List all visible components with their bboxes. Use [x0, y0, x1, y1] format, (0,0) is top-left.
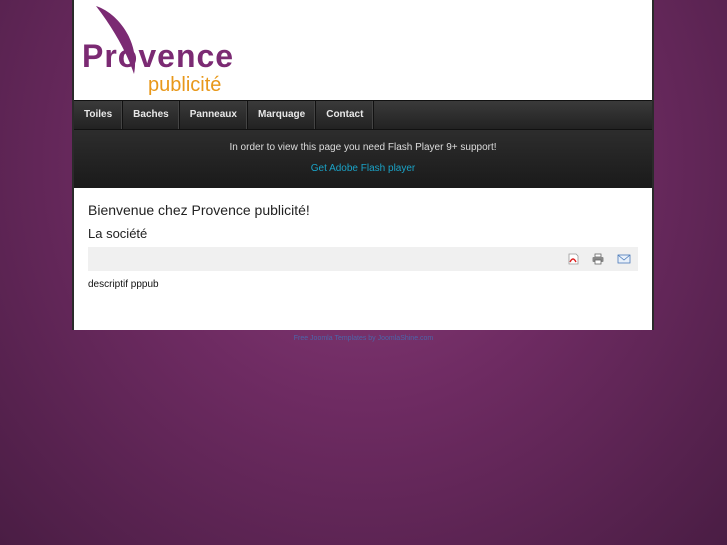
main-content: Bienvenue chez Provence publicité! La so… [74, 188, 652, 290]
print-icon[interactable] [591, 253, 605, 265]
welcome-heading: Bienvenue chez Provence publicité! [88, 202, 310, 218]
email-icon[interactable] [617, 253, 631, 265]
section-title: La société [88, 226, 148, 241]
article-toolbar [88, 247, 638, 271]
site-logo[interactable]: Provence publicité [80, 4, 240, 96]
flash-message: In order to view this page you need Flas… [229, 142, 497, 153]
nav-item-baches[interactable]: Baches [123, 101, 180, 129]
nav-item-contact[interactable]: Contact [316, 101, 375, 129]
nav-item-toiles[interactable]: Toiles [74, 101, 124, 129]
page-container: Provence publicité Toiles Baches Panneau… [72, 0, 654, 330]
nav-item-panneaux[interactable]: Panneaux [180, 101, 248, 129]
logo-text-publicite: publicité [148, 74, 222, 96]
main-nav: Toiles Baches Panneaux Marquage Contact [74, 100, 652, 130]
header: Provence publicité [74, 0, 652, 100]
article-description: descriptif pppub [88, 279, 159, 290]
get-flash-link[interactable]: Get Adobe Flash player [74, 163, 652, 174]
footer-credit[interactable]: Free Joomla Templates by JoomlaShine.com [0, 335, 727, 342]
pdf-icon[interactable] [566, 253, 580, 265]
flash-banner: In order to view this page you need Flas… [74, 130, 652, 188]
logo-text-provence: Provence [82, 38, 235, 74]
nav-item-marquage[interactable]: Marquage [248, 101, 317, 129]
